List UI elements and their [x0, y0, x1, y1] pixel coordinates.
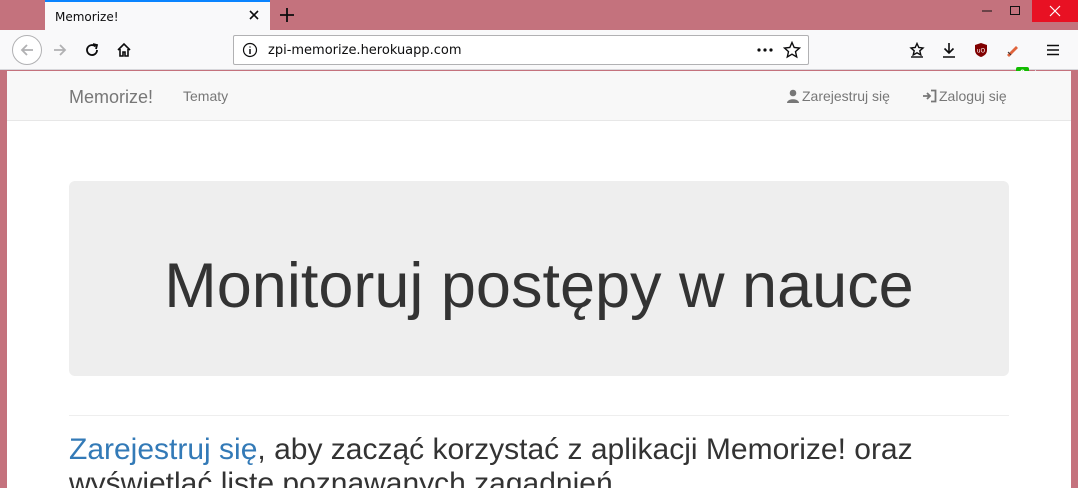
site-brand[interactable]: Memorize!: [69, 87, 153, 108]
user-icon: [786, 89, 800, 106]
download-icon[interactable]: [934, 35, 964, 65]
nav-link-login[interactable]: Zaloguj się: [922, 88, 1007, 106]
title-bar: Memorize!: [0, 0, 1078, 30]
browser-tab[interactable]: Memorize!: [45, 0, 270, 30]
maximize-icon[interactable]: [998, 0, 1032, 22]
hero-jumbotron: Monitoruj postępy w nauce: [69, 181, 1009, 376]
reload-icon[interactable]: [77, 35, 107, 65]
home-icon[interactable]: [109, 35, 139, 65]
forward-icon[interactable]: [45, 35, 75, 65]
extension-icon[interactable]: [998, 35, 1028, 65]
divider: [69, 415, 1009, 416]
svg-text:uO: uO: [977, 48, 986, 55]
nav-link-topics[interactable]: Tematy: [183, 88, 228, 104]
site-info-icon[interactable]: [242, 42, 258, 63]
nav-link-register[interactable]: Zarejestruj się: [786, 88, 890, 106]
bookmark-star-icon[interactable]: [782, 40, 802, 64]
close-window-icon[interactable]: [1032, 0, 1078, 22]
url-text[interactable]: zpi-memorize.herokuapp.com: [268, 43, 462, 58]
library-icon[interactable]: [902, 35, 932, 65]
lead-text: Zarejestruj się, aby zacząć korzystać z …: [69, 433, 1009, 488]
nav-toolbar: zpi-memorize.herokuapp.com uO 0: [0, 30, 1078, 90]
login-icon: [922, 89, 937, 106]
tab-title: Memorize!: [55, 10, 119, 24]
url-bar[interactable]: zpi-memorize.herokuapp.com: [233, 35, 809, 65]
hero-title: Monitoruj postępy w nauce: [164, 251, 914, 321]
page-actions-icon[interactable]: [756, 42, 774, 63]
tab-close-icon[interactable]: [246, 7, 262, 23]
new-tab-icon[interactable]: [276, 4, 298, 26]
web-page: Memorize! Tematy Zarejestruj się Zaloguj…: [7, 71, 1071, 488]
lead-register-link[interactable]: Zarejestruj się: [69, 433, 257, 466]
site-navbar: Memorize! Tematy Zarejestruj się Zaloguj…: [7, 71, 1071, 121]
login-label: Zaloguj się: [939, 88, 1007, 104]
ublock-icon[interactable]: uO: [966, 35, 996, 65]
menu-icon[interactable]: [1038, 35, 1068, 65]
back-icon[interactable]: [12, 35, 42, 65]
register-label: Zarejestruj się: [802, 88, 890, 104]
